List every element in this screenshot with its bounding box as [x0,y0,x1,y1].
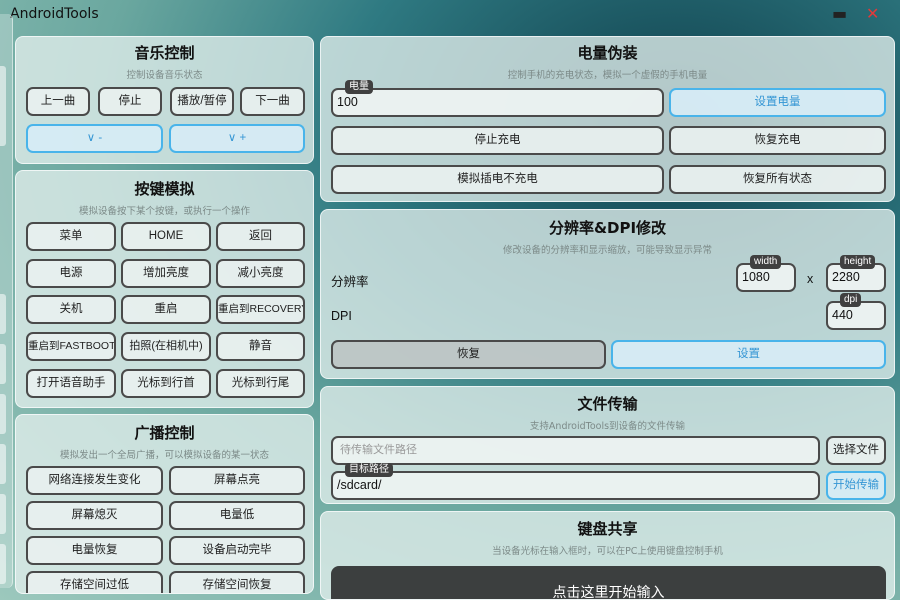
panel-title: 分辨率&DPI修改 [548,219,667,237]
panel-title: 音乐控制 [134,44,195,62]
battery-level-tag: 电量 [345,80,373,94]
volume-up-button[interactable]: ∨ + [169,124,305,153]
start-transfer-button[interactable]: 开始传输 [826,471,886,500]
storage-low-button[interactable]: 存储空间过低 [26,571,163,593]
reset-all-status-button[interactable]: 恢复所有状态 [669,165,886,194]
target-path-tag: 目标路径 [345,463,393,477]
close-icon[interactable]: ✕ [866,4,879,24]
voice-assistant-button[interactable]: 打开语音助手 [26,369,116,398]
panel-subtitle: 控制设备音乐状态 [126,70,203,81]
file-transfer-panel: 文件传输 支持AndroidTools到设备的文件传输 待传输文件路径 选择文件… [320,386,895,504]
cursor-line-start-button[interactable]: 光标到行首 [121,369,211,398]
screen-off-button[interactable]: 屏幕熄灭 [26,501,163,530]
app-title: AndroidTools [10,6,99,22]
panel-title: 广播控制 [134,424,195,442]
camera-shot-button[interactable]: 拍照(在相机中) [121,332,211,361]
panel-title: 按键模拟 [134,180,195,198]
apply-resolution-button[interactable]: 设置 [611,340,886,369]
panel-title: 键盘共享 [577,520,638,538]
panel-subtitle: 控制手机的充电状态，模拟一个虚假的手机电量 [507,70,708,81]
resolution-panel: 分辨率&DPI修改 修改设备的分辨率和显示缩放，可能导致显示异常 分辨率 108… [320,209,895,379]
minimize-icon[interactable]: ▬ [832,4,847,24]
panel-subtitle: 模拟设备按下某个按键，或执行一个操作 [78,206,250,217]
dpi-label: DPI [331,309,352,323]
sidebar-item[interactable] [0,394,6,434]
height-tag: height [840,255,876,269]
sidebar-item[interactable] [0,66,6,146]
sidebar-item[interactable] [0,294,6,334]
sidebar [0,14,13,588]
sidebar-item[interactable] [0,494,6,534]
music-panel: 音乐控制 控制设备音乐状态 上一曲 停止 播放/暂停 下一曲 ∨ - ∨ + [15,36,314,164]
panel-subtitle: 当设备光标在输入框时，可以在PC上使用键盘控制手机 [492,546,723,557]
cursor-line-end-button[interactable]: 光标到行尾 [216,369,305,398]
times-label: x [807,272,814,286]
target-path-input[interactable]: /sdcard/ [331,471,820,500]
stop-button[interactable]: 停止 [98,87,162,116]
mute-button[interactable]: 静音 [216,332,305,361]
panel-title: 电量伪装 [577,44,638,62]
reboot-button[interactable]: 重启 [121,295,211,324]
plugged-no-charge-button[interactable]: 模拟插电不充电 [331,165,664,194]
play-pause-button[interactable]: 播放/暂停 [170,87,234,116]
resume-charging-button[interactable]: 恢复充电 [669,126,886,155]
volume-down-button[interactable]: ∨ - [26,124,163,153]
sidebar-item[interactable] [0,444,6,484]
panel-subtitle: 支持AndroidTools到设备的文件传输 [529,421,686,432]
start-keyboard-input-button[interactable]: 点击这里开始输入 [331,566,886,599]
resolution-label: 分辨率 [331,275,369,289]
storage-okay-button[interactable]: 存储空间恢复 [169,571,305,593]
title-bar: AndroidTools ▬ ✕ [0,0,900,30]
screen-on-button[interactable]: 屏幕点亮 [169,466,305,495]
stop-charging-button[interactable]: 停止充电 [331,126,664,155]
next-track-button[interactable]: 下一曲 [240,87,305,116]
choose-file-button[interactable]: 选择文件 [826,436,886,465]
keyboard-share-panel: 键盘共享 当设备光标在输入框时，可以在PC上使用键盘控制手机 点击这里开始输入 [320,511,895,600]
home-key-button[interactable]: HOME [121,222,211,251]
battery-level-input[interactable]: 100 [331,88,664,117]
dpi-tag: dpi [840,293,862,307]
back-key-button[interactable]: 返回 [216,222,305,251]
panel-subtitle: 模拟发出一个全局广播，可以模拟设备的某一状态 [59,450,269,461]
set-battery-button[interactable]: 设置电量 [669,88,886,117]
network-change-button[interactable]: 网络连接发生变化 [26,466,163,495]
brightness-up-button[interactable]: 增加亮度 [121,259,211,288]
boot-completed-button[interactable]: 设备启动完毕 [169,536,305,565]
power-key-button[interactable]: 电源 [26,259,116,288]
battery-panel: 电量伪装 控制手机的充电状态，模拟一个虚假的手机电量 100 电量 设置电量 停… [320,36,895,202]
reboot-recovery-button[interactable]: 重启到RECOVERY [216,295,305,324]
source-path-input[interactable]: 待传输文件路径 [331,436,820,465]
restore-resolution-button[interactable]: 恢复 [331,340,606,369]
sidebar-item[interactable] [0,344,6,384]
menu-key-button[interactable]: 菜单 [26,222,116,251]
broadcast-panel: 广播控制 模拟发出一个全局广播，可以模拟设备的某一状态 网络连接发生变化 屏幕点… [15,414,314,594]
panel-subtitle: 修改设备的分辨率和显示缩放，可能导致显示异常 [502,245,712,256]
width-tag: width [750,255,782,269]
battery-okay-button[interactable]: 电量恢复 [26,536,163,565]
key-sim-panel: 按键模拟 模拟设备按下某个按键，或执行一个操作 菜单 HOME 返回 电源 增加… [15,170,314,408]
battery-low-button[interactable]: 电量低 [169,501,305,530]
panel-title: 文件传输 [577,395,638,413]
sidebar-item[interactable] [0,544,6,584]
prev-track-button[interactable]: 上一曲 [26,87,90,116]
brightness-down-button[interactable]: 减小亮度 [216,259,305,288]
shutdown-button[interactable]: 关机 [26,295,116,324]
reboot-fastboot-button[interactable]: 重启到FASTBOOT [26,332,116,361]
